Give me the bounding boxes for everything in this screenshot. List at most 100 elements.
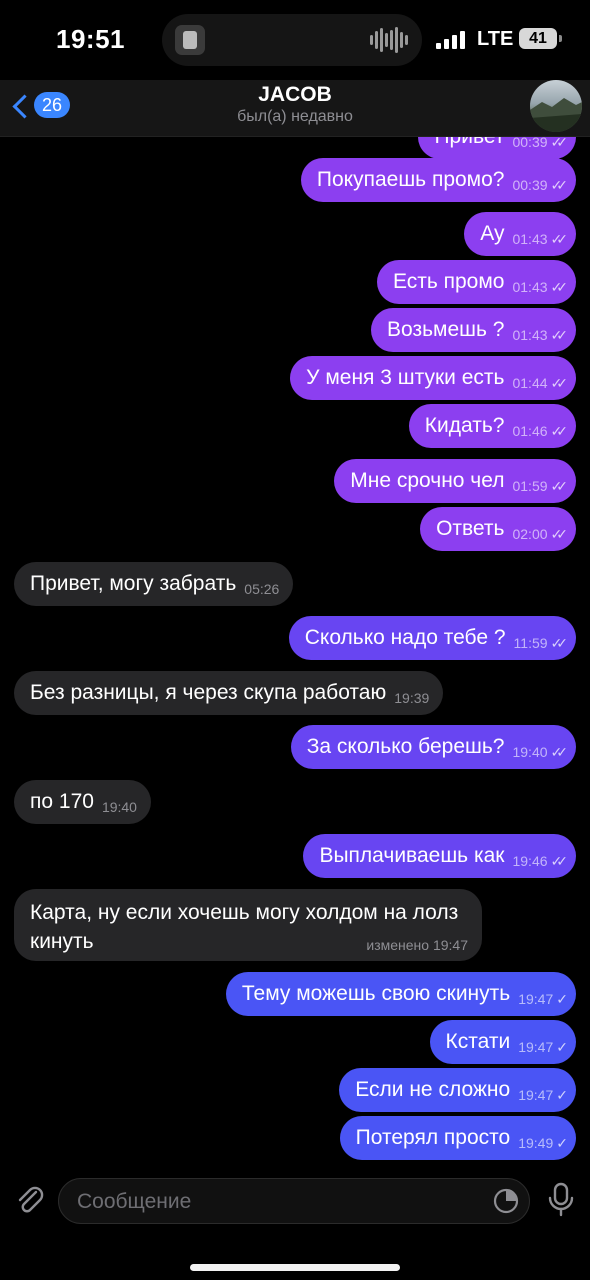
message-bubble-outgoing[interactable]: Покупаешь промо? 00:39 ✓✓ — [300, 158, 576, 202]
message-meta: 01:43 ✓✓ — [512, 278, 569, 296]
sent-check-icon: ✓ — [556, 1134, 567, 1151]
status-bar: 19:51 LTE 41 — [0, 0, 590, 80]
last-seen-status: был(а) недавно — [237, 108, 353, 125]
message-time: 05:26 — [244, 581, 280, 597]
cellular-signal-icon — [436, 29, 465, 49]
message-meta: 19:47 ✓ — [518, 1038, 568, 1056]
message-bubble-outgoing[interactable]: Кстати 19:47 ✓ — [429, 1020, 576, 1064]
contact-name[interactable]: JACOB — [0, 83, 590, 107]
audio-waveform-icon — [370, 27, 408, 53]
message-bubble-incoming[interactable]: по 170 19:40 — [14, 780, 151, 824]
sent-check-icon: ✓ — [556, 1038, 567, 1055]
sent-check-icon: ✓ — [556, 990, 567, 1007]
message-time: 01:43 — [512, 279, 548, 295]
read-receipt-icon: ✓✓ — [550, 525, 569, 542]
message-text: Мне срочно чел — [350, 469, 505, 492]
message-bubble-outgoing[interactable]: Мне срочно чел 01:59 ✓✓ — [334, 459, 576, 503]
message-input[interactable]: Сообщение — [58, 1178, 530, 1224]
message-bubble-outgoing[interactable]: Ответь 02:00 ✓✓ — [420, 507, 576, 551]
message-time: 01:46 — [512, 423, 548, 439]
message-time: 01:43 — [512, 327, 548, 343]
message-text: Если не сложно — [355, 1078, 511, 1101]
message-text: Кидать? — [424, 414, 505, 437]
message-bubble-outgoing[interactable]: Тему можешь свою скинуть 19:47 ✓ — [225, 972, 576, 1016]
network-type: LTE — [477, 28, 514, 50]
message-bubble-outgoing[interactable]: Сколько надо тебе ? 11:59 ✓✓ — [288, 616, 576, 660]
home-indicator[interactable] — [190, 1264, 400, 1271]
message-time: 01:44 — [512, 375, 548, 391]
message-meta: 01:46 ✓✓ — [512, 422, 569, 440]
sticker-icon[interactable] — [493, 1188, 519, 1214]
message-time: изменено 19:47 — [366, 937, 468, 953]
message-time: 19:47 — [518, 1087, 554, 1103]
message-time: 19:47 — [518, 1039, 554, 1055]
message-text: Покупаешь промо? — [316, 168, 505, 191]
message-bubble-outgoing[interactable]: У меня 3 штуки есть 01:44 ✓✓ — [290, 356, 576, 400]
dynamic-island[interactable] — [162, 14, 422, 66]
message-bubble-incoming[interactable]: Карта, ну если хочешь могу холдом на лол… — [14, 889, 482, 961]
message-meta: 00:39 ✓✓ — [512, 176, 569, 194]
message-time: 19:47 — [518, 991, 554, 1007]
message-text: Есть промо — [392, 270, 505, 293]
status-time: 19:51 — [56, 24, 125, 54]
message-time: 02:00 — [512, 526, 548, 542]
read-receipt-icon: ✓✓ — [550, 137, 569, 150]
message-time: 19:40 — [512, 744, 548, 760]
message-bubble-outgoing[interactable]: За сколько берешь? 19:40 ✓✓ — [290, 725, 576, 769]
message-time: 01:59 — [512, 478, 548, 494]
read-receipt-icon: ✓✓ — [550, 422, 569, 439]
message-meta: 01:43 ✓✓ — [512, 326, 569, 344]
message-input-placeholder: Сообщение — [77, 1190, 192, 1213]
message-time: 19:49 — [518, 1135, 554, 1151]
message-bubble-outgoing[interactable]: Если не сложно 19:47 ✓ — [339, 1068, 576, 1112]
message-list[interactable]: Привет 00:39✓✓ Покупаешь промо? 00:39✓✓ … — [0, 137, 590, 1162]
contact-avatar[interactable] — [530, 80, 582, 132]
message-bubble-outgoing[interactable]: Возьмешь ? 01:43 ✓✓ — [371, 308, 576, 352]
message-time: 11:59 — [513, 635, 548, 651]
message-meta: 19:40 ✓✓ — [512, 744, 568, 761]
message-text: Выплачиваешь как — [319, 844, 505, 867]
message-meta: 19:46 ✓✓ — [512, 853, 568, 870]
message-meta: 19:49 ✓ — [518, 1134, 568, 1152]
message-text: Ау — [480, 222, 505, 245]
message-meta: 01:43 ✓✓ — [512, 230, 569, 248]
message-bubble-incoming[interactable]: Без разницы, я через скупа работаю 19:39 — [14, 671, 444, 715]
message-meta: 02:00 ✓✓ — [512, 525, 569, 543]
battery-icon: 41 — [519, 28, 562, 49]
chat-header: 26 JACOB был(а) недавно — [0, 80, 590, 137]
message-bubble-outgoing[interactable]: Привет 00:39✓✓ — [418, 137, 576, 159]
message-meta: 19:47 ✓ — [518, 990, 568, 1008]
message-meta: 11:59 ✓✓ — [513, 634, 569, 652]
read-receipt-icon: ✓✓ — [550, 326, 569, 343]
now-playing-artwork-icon — [175, 25, 205, 55]
message-text: Сколько надо тебе ? — [304, 626, 506, 649]
message-text: Привет, могу забрать — [30, 572, 237, 595]
message-bubble-outgoing[interactable]: Выплачиваешь как 19:46 ✓✓ — [303, 834, 576, 878]
message-bubble-incoming[interactable]: Привет, могу забрать 05:26 — [14, 562, 294, 606]
message-text: Кстати — [445, 1030, 511, 1053]
message-bubble-outgoing[interactable]: Потерял просто 19:49 ✓ — [339, 1116, 576, 1160]
read-receipt-icon: ✓✓ — [550, 176, 569, 193]
message-text: У меня 3 штуки есть — [306, 366, 505, 389]
attach-paperclip-icon[interactable] — [12, 1182, 48, 1218]
message-time: 19:39 — [394, 690, 430, 706]
read-receipt-icon: ✓✓ — [550, 278, 569, 295]
message-text: Тему можешь свою скинуть — [241, 982, 511, 1005]
message-time: 00:39 — [512, 177, 548, 193]
message-time: 01:43 — [512, 231, 548, 247]
read-receipt-icon: ✓✓ — [550, 477, 569, 494]
message-bubble-outgoing[interactable]: Кидать? 01:46 ✓✓ — [408, 404, 576, 448]
message-time: 19:40 — [101, 799, 137, 815]
avatar-landscape-icon — [530, 98, 582, 132]
message-text: Возьмешь ? — [387, 318, 505, 341]
message-bubble-outgoing[interactable]: Ау 01:43 ✓✓ — [464, 212, 576, 256]
message-bubble-outgoing[interactable]: Есть промо 01:43 ✓✓ — [376, 260, 576, 304]
microphone-icon[interactable] — [546, 1182, 576, 1218]
message-text: по 170 — [30, 790, 94, 813]
message-text: Без разницы, я через скупа работаю — [30, 681, 387, 704]
message-time: 00:39 — [512, 137, 548, 150]
message-text: Привет — [434, 137, 504, 149]
read-receipt-icon: ✓✓ — [550, 634, 569, 651]
read-receipt-icon: ✓✓ — [550, 230, 569, 247]
sent-check-icon: ✓ — [556, 1086, 567, 1103]
